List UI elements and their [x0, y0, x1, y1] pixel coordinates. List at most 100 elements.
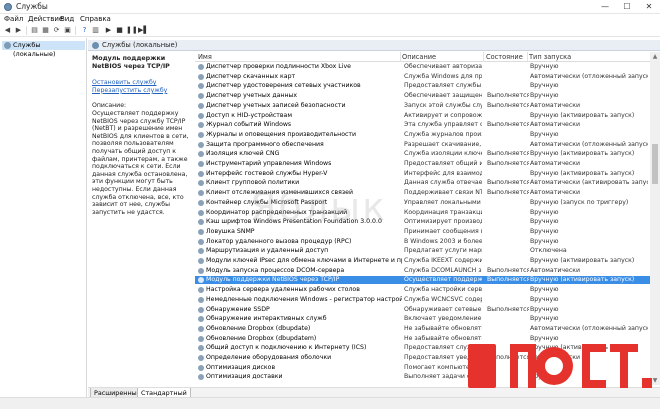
service-startup-cell: Вручную	[530, 130, 559, 138]
menu-action[interactable]: Действие	[28, 15, 63, 23]
gear-icon	[198, 355, 204, 361]
restart-service-link[interactable]: Перезапустить службу	[92, 87, 189, 95]
gear-icon	[198, 316, 204, 323]
service-row[interactable]: Диспетчер учетных данных Обеспечивает защ…	[195, 92, 650, 100]
close-button[interactable]: ✕	[638, 0, 660, 14]
service-row[interactable]: Журналы и оповещения производительности С…	[195, 131, 650, 139]
service-status-cell: Выполняется	[487, 276, 529, 284]
service-startup-cell: Вручную	[530, 237, 559, 245]
service-row[interactable]: Ловушка SNMP Принимает сообщения п... Вруч…	[195, 228, 650, 236]
play-icon[interactable]: ▶	[104, 26, 113, 35]
gear-icon	[198, 248, 204, 255]
service-startup-cell: Автоматически (отложенный запуск)	[530, 324, 648, 332]
scroll-thumb[interactable]	[652, 144, 658, 184]
column-divider[interactable]	[527, 52, 528, 62]
menu-help[interactable]: Справка	[80, 15, 111, 23]
gear-icon	[198, 190, 204, 197]
service-row[interactable]: Модуль поддержки NetBIOS через TCP/IP Осу…	[195, 276, 650, 285]
service-row[interactable]: Диспетчер проверки подлинности Xbox Live…	[195, 63, 650, 71]
service-status-cell: Выполняется	[487, 305, 529, 313]
service-row[interactable]: Маршрутизация и удаленный доступ Предлага…	[195, 247, 650, 255]
service-row[interactable]: Модули ключей IPsec для обмена ключами в…	[195, 257, 650, 265]
toolbar-divider	[75, 26, 76, 35]
tree-node-local-services[interactable]: Службы (локальные)	[2, 41, 85, 58]
service-name-cell: Диспетчер скачанных карт	[206, 72, 296, 80]
gear-icon	[198, 83, 204, 90]
service-name-cell: Общий доступ к подключению к Интернету (…	[206, 344, 367, 352]
service-row[interactable]: Обнаружение SSDP Обнаруживает сетевые у..…	[195, 306, 650, 314]
service-startup-cell: Автоматически	[530, 266, 580, 274]
pause-icon[interactable]: ❚❚	[126, 26, 138, 35]
refresh-icon[interactable]: ⟳	[52, 26, 61, 35]
gear-icon	[198, 161, 204, 167]
service-description-cell: Предоставляет службы и...	[404, 82, 482, 90]
service-description-cell: Служба изоляции ключей...	[404, 150, 482, 158]
console-tree: Службы (локальные)	[0, 38, 87, 397]
service-row[interactable]: Изоляция ключей CNG Служба изоляции ключе…	[195, 150, 650, 158]
gear-icon	[198, 287, 204, 294]
service-status-cell: Выполняется	[487, 160, 529, 167]
minimize-button[interactable]: —	[594, 0, 616, 14]
service-description-cell: В Windows 2003 и более р...	[404, 237, 482, 245]
service-row[interactable]: Обнаружение интерактивных служб Включает …	[195, 315, 650, 323]
gear-icon	[198, 306, 204, 313]
menu-file[interactable]: Файл	[4, 15, 23, 23]
service-row[interactable]: Локатор удаленного вызова процедур (RPC)…	[195, 238, 650, 246]
service-name-cell: Маршрутизация и удаленный доступ	[206, 247, 329, 255]
service-startup-cell: Автоматически (отложенный запуск)	[530, 72, 648, 80]
restart-icon[interactable]: ▶▌	[138, 26, 149, 35]
back-icon[interactable]: ◀	[3, 26, 12, 35]
column-divider[interactable]	[400, 52, 401, 62]
service-name-cell: Журналы и оповещения производительности	[206, 130, 357, 138]
service-row[interactable]: Интерфейс гостевой службы Hyper-V Интерфе…	[195, 170, 650, 178]
service-row[interactable]: Диспетчер удостоверения сетевых участник…	[195, 82, 650, 90]
stop-icon[interactable]: ■	[115, 26, 124, 35]
watermark-text: Яблык	[250, 185, 388, 229]
service-row[interactable]: Инструментарий управления Windows Предост…	[195, 160, 650, 168]
export-icon[interactable]: ▣	[63, 26, 72, 35]
console-tree-icon[interactable]: ▤	[30, 26, 39, 35]
gear-icon	[198, 335, 204, 342]
service-description-cell: Интерфейс для взаимод...	[404, 169, 482, 177]
service-description-cell: Эта служба управляет соб...	[404, 121, 482, 129]
scroll-up-icon[interactable]: ▲	[650, 52, 660, 61]
stop-service-link[interactable]: Остановить службу	[92, 79, 189, 87]
gear-icon	[198, 180, 204, 187]
service-row[interactable]: Журнал событий Windows Эта служба управля…	[195, 121, 650, 129]
service-startup-cell: Автоматически	[530, 160, 580, 167]
service-description-cell: Служба IKEEXT содержит ...	[404, 257, 482, 264]
list-icon[interactable]: ▦	[41, 26, 50, 35]
gear-icon	[198, 141, 204, 148]
menu-view[interactable]: Вид	[60, 15, 74, 23]
help-icon[interactable]: ?	[80, 26, 89, 35]
service-name-cell: Модуль поддержки NetBIOS через TCP/IP	[206, 276, 340, 284]
pane-title: Службы (локальные)	[102, 41, 178, 49]
service-description-cell: Координация транзакций,...	[404, 208, 482, 216]
service-row[interactable]: Немедленные подключения Windows - регист…	[195, 296, 650, 304]
service-row[interactable]: Настройка сервера удаленных рабочих стол…	[195, 286, 650, 294]
maximize-button[interactable]: ☐	[616, 0, 638, 14]
gear-icon	[198, 122, 204, 129]
service-row[interactable]: Диспетчер скачанных карт Служба Windows д…	[195, 73, 650, 81]
service-name-cell: Модуль запуска процессов DCOM-сервера	[206, 266, 345, 274]
menu-bar: Файл Действие Вид Справка	[0, 14, 660, 24]
vertical-scrollbar[interactable]: ▲ ▼	[650, 52, 660, 385]
column-header-description[interactable]: Описание	[402, 53, 436, 61]
column-header-status[interactable]: Состояние	[486, 53, 523, 61]
service-status-cell: Выполняется	[487, 150, 529, 158]
service-status-cell: Выполняется	[487, 179, 529, 187]
forward-icon[interactable]: ▶	[14, 26, 23, 35]
column-header-startup[interactable]: Тип запуска	[529, 53, 571, 61]
service-startup-cell: Вручную	[530, 218, 559, 226]
column-header-name[interactable]: Имя	[198, 53, 212, 61]
service-row[interactable]: Доступ к HID-устройствам Активирует и соп…	[195, 112, 650, 120]
properties-icon[interactable]: ▥	[91, 26, 100, 35]
column-divider[interactable]	[483, 52, 484, 62]
service-row[interactable]: Защита программного обеспечения Разрешает…	[195, 141, 650, 149]
gear-icon	[198, 364, 204, 371]
service-row[interactable]: Диспетчер учетных записей безопасности За…	[195, 102, 650, 110]
service-name-cell: Обнаружение интерактивных служб	[206, 315, 327, 323]
service-row[interactable]: Модуль запуска процессов DCOM-сервера Слу…	[195, 267, 650, 275]
service-startup-cell: Вручную	[530, 227, 559, 235]
service-row[interactable]: Обновление Dropbox (dbupdate) Не забывайт…	[195, 325, 650, 333]
